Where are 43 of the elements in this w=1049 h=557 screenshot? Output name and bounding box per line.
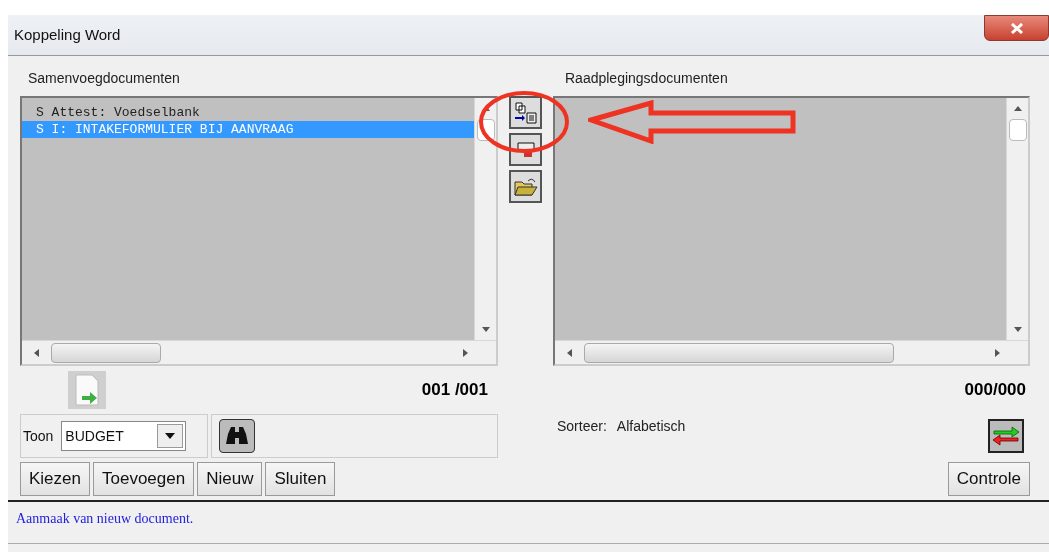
scroll-left-icon[interactable] xyxy=(567,348,572,357)
document-counter: 001 /001 xyxy=(421,379,488,402)
scroll-up-icon[interactable] xyxy=(1013,106,1022,111)
scroll-down-icon[interactable] xyxy=(481,327,490,332)
action-button[interactable]: Kiezen xyxy=(20,462,90,496)
document-list[interactable] xyxy=(553,96,1030,366)
close-button[interactable] xyxy=(984,15,1049,41)
filter-label: Toon xyxy=(23,426,54,446)
new-document-icon[interactable] xyxy=(68,371,106,409)
scroll-down-icon[interactable] xyxy=(1013,327,1022,332)
binoculars-icon xyxy=(225,426,249,446)
scroll-thumb[interactable] xyxy=(51,342,161,363)
sort-value: Alfabetisch xyxy=(616,417,686,436)
check-button[interactable]: Controle xyxy=(947,462,1030,496)
horizontal-scrollbar[interactable] xyxy=(555,340,1028,364)
action-button[interactable]: Toevoegen xyxy=(93,462,195,496)
panel-title: Samenvoegdocumenten xyxy=(27,69,181,88)
scroll-right-icon[interactable] xyxy=(463,348,468,357)
scroll-thumb[interactable] xyxy=(1008,119,1027,141)
close-icon xyxy=(1009,22,1024,34)
action-button[interactable]: Nieuw xyxy=(197,462,263,496)
scroll-thumb[interactable] xyxy=(584,342,894,363)
binoculars-button[interactable] xyxy=(219,419,255,453)
document-counter: 000/000 xyxy=(964,379,1026,402)
list-item[interactable]: S Attest: Voedselbank xyxy=(22,104,474,121)
vertical-scrollbar[interactable] xyxy=(474,98,496,340)
folder-icon xyxy=(513,176,538,197)
open-folder-button[interactable] xyxy=(509,170,542,203)
link-document-button[interactable] xyxy=(509,96,542,129)
swap-button[interactable] xyxy=(988,419,1024,453)
swap-arrows-icon xyxy=(992,424,1020,448)
panel-title: Raadplegingsdocumenten xyxy=(564,69,729,88)
copy-arrow-icon xyxy=(513,101,538,124)
filter-dropdown[interactable]: BUDGET xyxy=(61,421,187,451)
sort-label: Sorteer: xyxy=(557,417,607,436)
scroll-right-icon[interactable] xyxy=(995,348,1000,357)
vertical-scrollbar[interactable] xyxy=(1006,98,1028,340)
document-icon xyxy=(515,140,536,159)
scroll-left-icon[interactable] xyxy=(34,348,39,357)
action-button[interactable]: Sluiten xyxy=(265,462,336,496)
window-title: Koppeling Word xyxy=(14,25,121,45)
status-text: Aanmaak van nieuw document. xyxy=(16,511,194,526)
horizontal-scrollbar[interactable] xyxy=(22,340,496,364)
